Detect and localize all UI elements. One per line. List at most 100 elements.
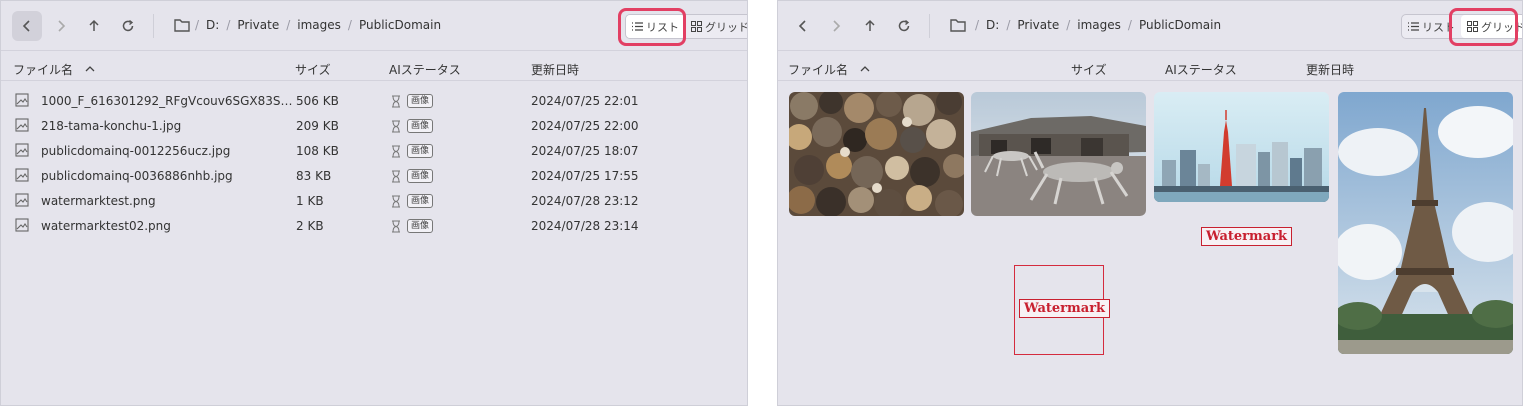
- hourglass-icon: [391, 170, 401, 183]
- ai-status: 画像: [391, 94, 434, 108]
- breadcrumb-separator: /: [975, 18, 980, 32]
- file-row[interactable]: 218-tama-konchu-1.jpg 209 KB 画像 2024/07/25 …: [1, 113, 747, 138]
- refresh-button[interactable]: [113, 11, 143, 41]
- chevron-left-icon: [22, 20, 30, 32]
- folder-icon: [950, 19, 966, 32]
- image-file-icon: [15, 118, 29, 132]
- thumbnail-tokyo-skyline[interactable]: [1154, 92, 1329, 202]
- file-size: 83 KB: [296, 169, 332, 183]
- breadcrumb-separator: /: [1006, 18, 1011, 32]
- breadcrumb-item-images[interactable]: images: [297, 18, 341, 32]
- chevron-up-icon: [85, 66, 95, 72]
- breadcrumb-item-publicdomain[interactable]: PublicDomain: [359, 18, 441, 32]
- back-button[interactable]: [788, 11, 818, 41]
- image-file-icon: [15, 143, 29, 157]
- list-button-highlight: [618, 8, 686, 46]
- hourglass-icon: [391, 95, 401, 108]
- grid-button-highlight: [1449, 8, 1518, 46]
- file-modified: 2024/07/25 18:07: [531, 144, 639, 158]
- breadcrumb-separator: /: [286, 18, 291, 32]
- file-modified: 2024/07/25 17:55: [531, 169, 639, 183]
- file-row[interactable]: 1000_F_616301292_RFgVcouv6SGX83SVXEW...5…: [1, 88, 747, 113]
- column-name-header[interactable]: ファイル名: [788, 61, 870, 78]
- column-ai-status-header[interactable]: AIステータス: [1165, 61, 1237, 78]
- file-size: 1 KB: [296, 194, 324, 208]
- breadcrumb-item-images[interactable]: images: [1077, 18, 1121, 32]
- up-button[interactable]: [855, 11, 885, 41]
- column-name-label: ファイル名: [13, 63, 74, 77]
- image-file-icon: [15, 218, 29, 232]
- chevron-left-icon: [798, 20, 806, 32]
- breadcrumb-separator: /: [1066, 18, 1071, 32]
- ai-status-badge: 画像: [407, 94, 434, 108]
- column-size-header[interactable]: サイズ: [1071, 61, 1107, 78]
- file-row[interactable]: publicdomainq-0036886nhb.jpg 83 KB 画像 2024/…: [1, 163, 747, 188]
- list-view-panel: / D: / Private / images / PublicDomain リ…: [0, 0, 748, 406]
- column-modified-header[interactable]: 更新日時: [1306, 61, 1354, 78]
- ai-status: 画像: [391, 219, 434, 233]
- back-button[interactable]: [12, 11, 42, 41]
- ai-status-badge: 画像: [407, 219, 434, 233]
- breadcrumb-separator: /: [226, 18, 231, 32]
- up-button[interactable]: [79, 11, 109, 41]
- grid-icon: [691, 21, 702, 32]
- grid-view-label: グリッド: [705, 20, 748, 34]
- thumbnail-eiffel-tower[interactable]: [1338, 92, 1513, 354]
- column-header: ファイル名 サイズ AIステータス 更新日時: [1, 53, 747, 81]
- breadcrumb-separator: /: [195, 18, 200, 32]
- breadcrumb-item-private[interactable]: Private: [1017, 18, 1059, 32]
- thumbnail-animals[interactable]: [789, 92, 964, 216]
- column-name-label: ファイル名: [788, 63, 849, 77]
- file-row[interactable]: watermarktest.png 1 KB 画像 2024/07/28 23:12: [1, 188, 747, 213]
- file-size: 108 KB: [296, 144, 339, 158]
- column-size-header[interactable]: サイズ: [295, 61, 331, 78]
- toolbar: / D: / Private / images / PublicDomain リ…: [778, 1, 1522, 51]
- column-header: ファイル名 サイズ AIステータス 更新日時: [778, 53, 1522, 81]
- file-modified: 2024/07/28 23:12: [531, 194, 639, 208]
- chevron-up-icon: [860, 66, 870, 72]
- forward-button[interactable]: [821, 11, 851, 41]
- animals-collage-image: [789, 92, 964, 216]
- ai-status-badge: 画像: [407, 144, 434, 158]
- breadcrumb-separator: /: [347, 18, 352, 32]
- grid-view-button[interactable]: グリッド: [685, 15, 748, 38]
- ai-status-badge: 画像: [407, 194, 434, 208]
- file-row[interactable]: publicdomainq-0012256ucz.jpg 108 KB 画像 2024…: [1, 138, 747, 163]
- file-name: watermarktest.png: [41, 194, 156, 208]
- file-row[interactable]: watermarktest02.png 2 KB 画像 2024/07/28 23:1…: [1, 213, 747, 238]
- column-name-header[interactable]: ファイル名: [13, 61, 95, 78]
- chevron-right-icon: [58, 20, 66, 32]
- toolbar: / D: / Private / images / PublicDomain リ…: [1, 1, 747, 51]
- thumbnail-watermarktest02[interactable]: Watermark: [1201, 227, 1293, 246]
- image-file-icon: [15, 168, 29, 182]
- watermark-label: Watermark: [1019, 299, 1111, 318]
- file-name: publicdomainq-0012256ucz.jpg: [41, 144, 231, 158]
- breadcrumb-separator: /: [1127, 18, 1132, 32]
- tokyo-skyline-image: [1154, 92, 1329, 202]
- breadcrumb-item-private[interactable]: Private: [237, 18, 279, 32]
- breadcrumb-item-drive[interactable]: D:: [206, 18, 219, 32]
- hourglass-icon: [391, 145, 401, 158]
- refresh-icon: [122, 19, 134, 32]
- file-name: watermarktest02.png: [41, 219, 171, 233]
- thumbnail-insect-statues[interactable]: [971, 92, 1146, 216]
- forward-button[interactable]: [46, 11, 76, 41]
- image-file-icon: [15, 93, 29, 107]
- ai-status: 画像: [391, 169, 434, 183]
- breadcrumb-item-publicdomain[interactable]: PublicDomain: [1139, 18, 1221, 32]
- file-size: 209 KB: [296, 119, 339, 133]
- column-ai-status-header[interactable]: AIステータス: [389, 61, 461, 78]
- file-name: 218-tama-konchu-1.jpg: [41, 119, 182, 133]
- hourglass-icon: [391, 220, 401, 233]
- arrow-up-icon: [865, 19, 875, 31]
- thumbnail-watermarktest[interactable]: Watermark: [1014, 265, 1111, 355]
- file-modified: 2024/07/25 22:00: [531, 119, 639, 133]
- image-file-icon: [15, 193, 29, 207]
- breadcrumb: / D: / Private / images / PublicDomain: [195, 18, 441, 32]
- ai-status: 画像: [391, 144, 434, 158]
- file-modified: 2024/07/25 22:01: [531, 94, 639, 108]
- toolbar-divider: [929, 14, 930, 38]
- refresh-button[interactable]: [889, 11, 919, 41]
- column-modified-header[interactable]: 更新日時: [531, 61, 579, 78]
- breadcrumb-item-drive[interactable]: D:: [986, 18, 999, 32]
